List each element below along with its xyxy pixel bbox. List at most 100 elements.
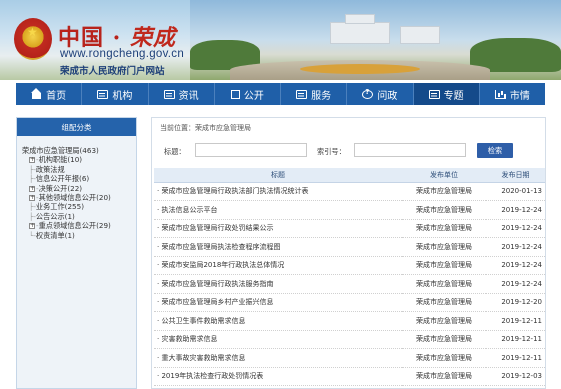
table-row[interactable]: · 重大事故灾害救助需求信息 荣成市应急管理局 2019-12-11 bbox=[154, 348, 545, 368]
nav-label: 公开 bbox=[243, 90, 264, 102]
row-publisher-cell: 荣成市应急管理局 bbox=[402, 293, 486, 312]
tree-item-label: 政策法规 bbox=[35, 164, 65, 174]
nav-item-news[interactable]: 资讯 bbox=[149, 83, 215, 105]
site-subtitle: 荣成市人民政府门户网站 bbox=[60, 66, 165, 77]
banner-building-tower bbox=[345, 14, 375, 24]
row-title-link[interactable]: 执法信息公示平台 bbox=[161, 206, 217, 214]
sidebar: 组配分类 荣成市应急管理局(463) +-机构职能(10) ├-政策法规 ├-信… bbox=[16, 117, 137, 389]
nav-item-org[interactable]: 机构 bbox=[82, 83, 149, 105]
expand-icon[interactable]: + bbox=[29, 185, 35, 192]
tree-item-label: 决策公开(22) bbox=[38, 183, 83, 193]
tree-item-functions[interactable]: +-机构职能(10) bbox=[22, 155, 136, 164]
row-publisher: 荣成市应急管理局 bbox=[416, 205, 472, 214]
nav-item-city[interactable]: 市情 bbox=[480, 83, 545, 105]
row-title-link[interactable]: 公共卫生事件救助需求信息 bbox=[161, 317, 245, 325]
tree-item-label: 信息公开年报(6) bbox=[35, 174, 90, 184]
row-date-cell: 2019-12-24 bbox=[486, 237, 545, 257]
row-title-link-cell: · 荣成市安监局2018年行政执法总体情况 bbox=[154, 256, 402, 275]
tree-item-other-areas[interactable]: +-其他领域信息公开(20) bbox=[22, 193, 136, 202]
tree-item-annual-report[interactable]: ├-信息公开年报(6) bbox=[22, 174, 136, 183]
doc-icon bbox=[230, 89, 240, 99]
tree-item-label: 其他领域信息公开(20) bbox=[38, 193, 111, 203]
row-date-cell: 2019-12-24 bbox=[486, 200, 545, 220]
table-row[interactable]: · 荣成市应急管理局执法检查程序流程图 荣成市应急管理局 2019-12-24 bbox=[154, 237, 545, 257]
banner-flowerbed bbox=[300, 64, 420, 74]
row-title-link[interactable]: 2019年执法检查行政处罚情况表 bbox=[161, 372, 263, 380]
tree-item-decision[interactable]: +-决策公开(22) bbox=[22, 184, 136, 193]
row-date: 2019-12-24 bbox=[501, 224, 542, 233]
row-date-cell: 2019-12-03 bbox=[486, 367, 545, 386]
row-publisher: 荣成市应急管理局 bbox=[416, 335, 472, 344]
row-title-link[interactable]: 重大事故灾害救助需求信息 bbox=[161, 354, 245, 362]
nav-item-public[interactable]: 公开 bbox=[215, 83, 281, 105]
nav-item-home[interactable]: 首页 bbox=[16, 83, 83, 105]
banner-building-side bbox=[400, 26, 440, 44]
row-publisher-cell: 荣成市应急管理局 bbox=[402, 274, 486, 294]
row-title-link[interactable]: 荣成市应急管理局行政处罚结果公示 bbox=[161, 224, 273, 232]
row-date-cell: 2019-12-11 bbox=[486, 348, 545, 368]
nav-item-inquiry[interactable]: 问政 bbox=[347, 83, 414, 105]
row-title-link[interactable]: 荣成市应急管理局乡村产业振兴信息 bbox=[161, 298, 273, 306]
expand-icon[interactable]: + bbox=[29, 157, 35, 164]
row-publisher: 荣成市应急管理局 bbox=[416, 279, 472, 288]
row-publisher: 荣成市应急管理局 bbox=[416, 372, 472, 381]
row-date-cell: 2020-01-13 bbox=[486, 182, 545, 201]
table-body: · 荣成市应急管理局行政执法部门执法情况统计表 荣成市应急管理局 2020-01-1… bbox=[154, 182, 545, 386]
row-title-link-cell: · 荣成市应急管理局行政执法服务指南 bbox=[154, 274, 402, 294]
table-header-row: 标题 发布单位 发布日期 bbox=[154, 168, 545, 183]
index-search-input[interactable] bbox=[354, 143, 466, 157]
search-bar: 标题： 索引号： 检索 bbox=[152, 141, 545, 161]
row-publisher: 荣成市应急管理局 bbox=[416, 187, 472, 196]
row-title-link[interactable]: 荣成市安监局2018年行政执法总体情况 bbox=[161, 261, 284, 269]
row-date: 2019-12-03 bbox=[501, 372, 542, 381]
row-title-link[interactable]: 灾害救助需求信息 bbox=[161, 335, 217, 343]
table-row[interactable]: · 荣成市应急管理局乡村产业振兴信息 荣成市应急管理局 2019-12-20 bbox=[154, 293, 545, 312]
row-title-link-cell: · 公共卫生事件救助需求信息 bbox=[154, 311, 402, 331]
nav-item-topic[interactable]: 专题 bbox=[413, 83, 480, 105]
row-publisher-cell: 荣成市应急管理局 bbox=[402, 200, 486, 220]
service-icon bbox=[296, 89, 308, 99]
tree-item-policy[interactable]: ├-政策法规 bbox=[22, 165, 136, 174]
row-date: 2019-12-11 bbox=[501, 335, 542, 344]
expand-icon[interactable]: + bbox=[29, 223, 35, 230]
row-publisher: 荣成市应急管理局 bbox=[416, 298, 472, 307]
table-row[interactable]: · 荣成市安监局2018年行政执法总体情况 荣成市应急管理局 2019-12-24 bbox=[154, 256, 545, 275]
table-row[interactable]: · 公共卫生事件救助需求信息 荣成市应急管理局 2019-12-11 bbox=[154, 311, 545, 331]
tree-item-power-list[interactable]: └-权责清单(1) bbox=[22, 231, 136, 240]
nav-label: 机构 bbox=[112, 90, 133, 102]
document-table: 标题 发布单位 发布日期 · 荣成市应急管理局行政执法部门执法情况统计表 荣成市应… bbox=[154, 168, 545, 386]
title-search-input[interactable] bbox=[195, 143, 307, 157]
tree-item-key-areas[interactable]: +-重点领域信息公开(29) bbox=[22, 221, 136, 230]
nav-label: 问政 bbox=[377, 90, 398, 102]
row-title-link[interactable]: 荣成市应急管理局行政执法部门执法情况统计表 bbox=[161, 187, 308, 195]
table-row[interactable]: · 荣成市应急管理局行政执法部门执法情况统计表 荣成市应急管理局 2020-01-1… bbox=[154, 182, 545, 201]
row-title-link-cell: · 重大事故灾害救助需求信息 bbox=[154, 348, 402, 368]
nav-item-service[interactable]: 服务 bbox=[281, 83, 348, 105]
table-row[interactable]: · 荣成市应急管理局行政处罚结果公示 荣成市应急管理局 2019-12-24 bbox=[154, 219, 545, 238]
table-row[interactable]: · 2019年执法检查行政处罚情况表 荣成市应急管理局 2019-12-03 bbox=[154, 367, 545, 386]
nav-label: 首页 bbox=[46, 90, 67, 102]
row-title-link[interactable]: 荣成市应急管理局行政执法服务指南 bbox=[161, 280, 273, 288]
table-row[interactable]: · 执法信息公示平台 荣成市应急管理局 2019-12-24 bbox=[154, 200, 545, 220]
tree-item-label: 业务工作(255) bbox=[35, 202, 84, 212]
row-title-link[interactable]: 荣成市应急管理局执法检查程序流程图 bbox=[161, 243, 280, 251]
row-date: 2019-12-20 bbox=[501, 298, 542, 307]
index-label: 索引号： bbox=[317, 147, 346, 156]
row-publisher-cell: 荣成市应急管理局 bbox=[402, 311, 486, 331]
topic-icon bbox=[428, 89, 440, 99]
org-icon bbox=[97, 89, 109, 99]
search-button[interactable]: 检索 bbox=[477, 143, 513, 158]
tree-item-business[interactable]: ├-业务工作(255) bbox=[22, 202, 136, 211]
title-label: 标题： bbox=[164, 147, 186, 156]
sidebar-heading: 组配分类 bbox=[17, 118, 136, 136]
expand-icon[interactable]: + bbox=[29, 195, 35, 202]
table-row[interactable]: · 荣成市应急管理局行政执法服务指南 荣成市应急管理局 2019-12-24 bbox=[154, 274, 545, 294]
row-date-cell: 2019-12-24 bbox=[486, 219, 545, 238]
tree-item-notices[interactable]: ├-公告公示(1) bbox=[22, 212, 136, 221]
header-banner: ★ 中国 · 荣成 www.rongcheng.gov.cn 荣成市人民政府门户… bbox=[0, 0, 561, 80]
tree-item-label: 重点领域信息公开(29) bbox=[38, 221, 111, 231]
table-row[interactable]: · 灾害救助需求信息 荣成市应急管理局 2019-12-11 bbox=[154, 330, 545, 349]
row-publisher-cell: 荣成市应急管理局 bbox=[402, 330, 486, 349]
row-publisher-cell: 荣成市应急管理局 bbox=[402, 237, 486, 257]
tree-item-root[interactable]: 荣成市应急管理局(463) bbox=[22, 146, 136, 155]
